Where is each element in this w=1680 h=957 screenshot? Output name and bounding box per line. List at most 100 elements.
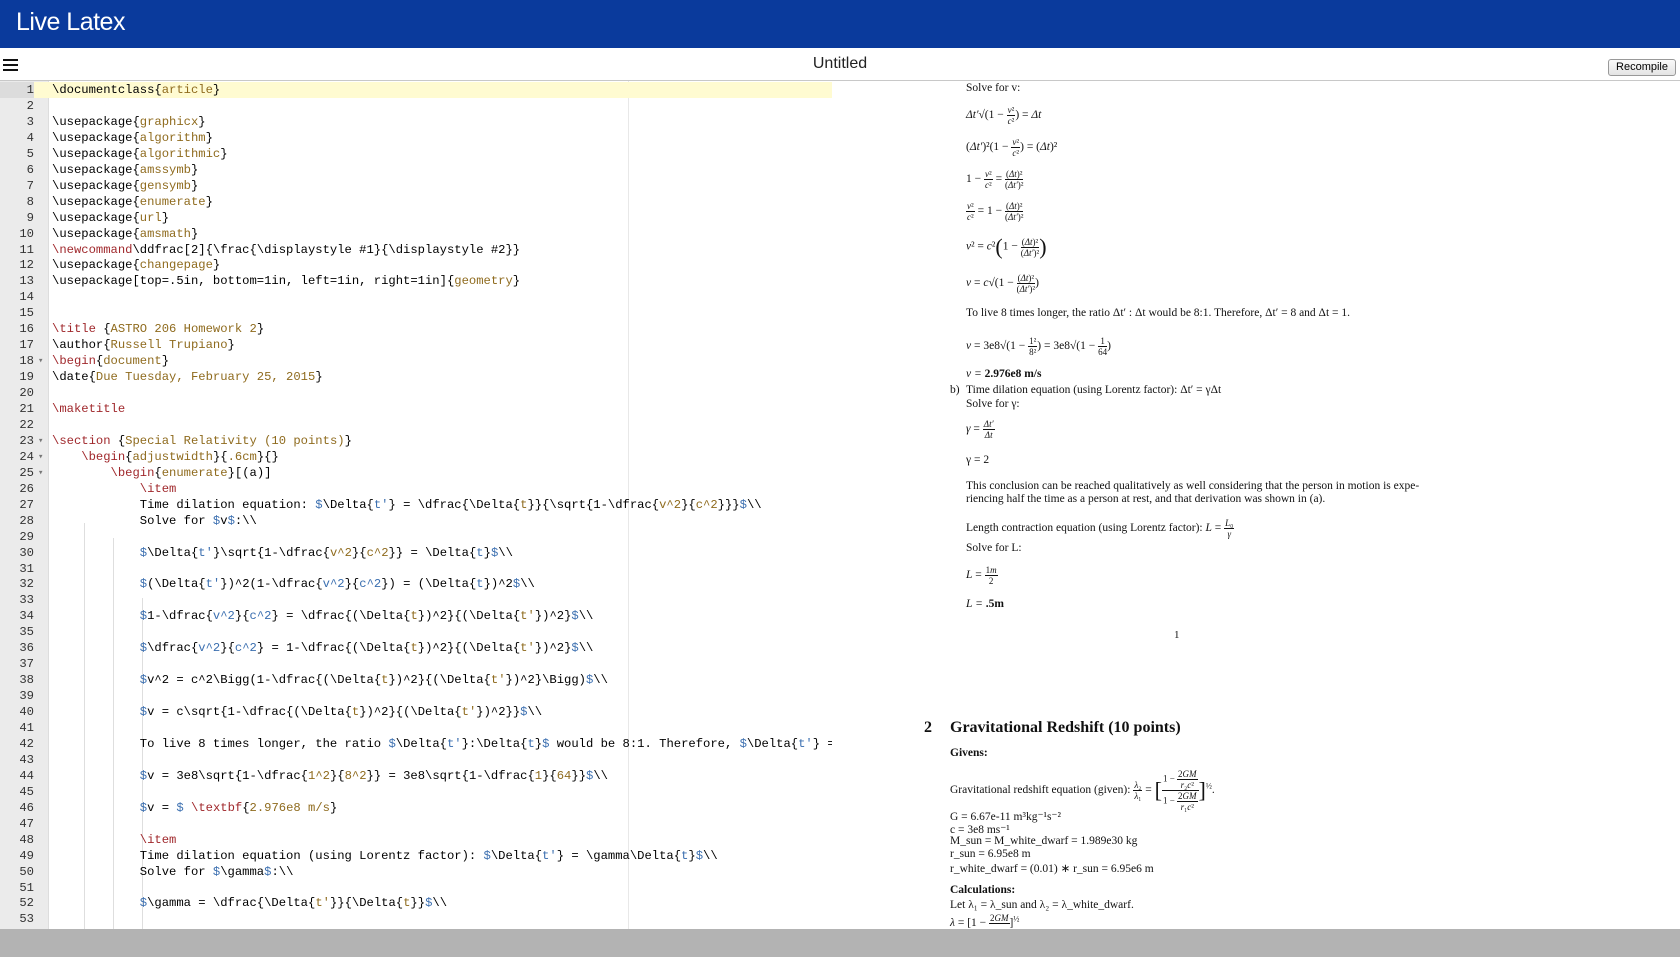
code-line[interactable]: 23 ▾ \section {Special Relativity (10 poin… bbox=[0, 433, 832, 449]
code-line[interactable]: 22 bbox=[0, 417, 832, 433]
code-line[interactable]: 48 \item bbox=[0, 832, 832, 848]
code-line[interactable]: 27 Time dilation equation: $\Delta{t'} =… bbox=[0, 497, 832, 513]
code-line[interactable]: 26 \item bbox=[0, 481, 832, 497]
preview-equation: L = 1m 2 bbox=[966, 565, 998, 586]
line-number: 22 bbox=[19, 417, 34, 432]
code-text: Time dilation equation (using Lorentz fa… bbox=[52, 848, 718, 863]
code-line[interactable]: 9 \usepackage{url} bbox=[0, 210, 832, 226]
code-text: $(\Delta{t'})^2(1-\dfrac{v^2}{c^2}) = (\… bbox=[139, 577, 535, 592]
code-line[interactable]: 2 bbox=[0, 98, 832, 114]
line-number: 41 bbox=[19, 721, 34, 735]
code-line[interactable]: 50 Solve for $\gamma$:\\ bbox=[0, 864, 832, 880]
code-line[interactable]: 3 \usepackage{graphicx} bbox=[0, 114, 832, 130]
code-line[interactable]: 10 \usepackage{amsmath} bbox=[0, 226, 832, 242]
code-text: \usepackage[top=.5in, bottom=1in, left=1… bbox=[52, 274, 521, 289]
code-line[interactable]: 39 bbox=[0, 688, 832, 704]
code-line[interactable]: 41 bbox=[0, 720, 832, 736]
code-line[interactable]: 14 bbox=[0, 289, 832, 305]
code-line[interactable]: 31 bbox=[0, 561, 832, 577]
code-line[interactable]: 38 $v^2 = c^2\Bigg(1-\dfrac{(\Delta{t})^… bbox=[0, 672, 832, 688]
code-line[interactable]: 36 $\dfrac{v^2}{c^2} = 1-\dfrac{(\Delta{… bbox=[0, 640, 832, 656]
code-line[interactable]: 29 bbox=[0, 529, 832, 545]
code-line[interactable]: 30 $\Delta{t'}\sqrt{1-\dfrac{v^2}{c^2}} … bbox=[0, 545, 832, 561]
pdf-preview[interactable]: Solve for v: Δt′√(1 − v² c²) = Δt (Δt′)²(… bbox=[832, 81, 1680, 929]
document-title[interactable]: Untitled bbox=[0, 55, 1680, 73]
line-number: 34 bbox=[19, 609, 34, 624]
code-line[interactable]: 13 \usepackage[top=.5in, bottom=1in, left… bbox=[0, 273, 832, 289]
code-line[interactable]: 35 bbox=[0, 624, 832, 640]
line-number: 18 bbox=[19, 354, 34, 369]
code-text: \usepackage{enumerate} bbox=[52, 194, 213, 209]
code-line[interactable]: 51 bbox=[0, 880, 832, 896]
givens-label: Givens: bbox=[950, 747, 988, 759]
line-number: 10 bbox=[19, 226, 34, 241]
code-text: $1-\dfrac{v^2}{c^2} = \dfrac{(\Delta{t})… bbox=[139, 609, 594, 624]
line-number: 50 bbox=[19, 864, 34, 879]
code-line[interactable]: 49 Time dilation equation (using Lorentz… bbox=[0, 848, 832, 864]
code-line[interactable]: 16 \title {ASTRO 206 Homework 2} bbox=[0, 321, 832, 337]
code-line[interactable]: 24 ▾ \begin{adjustwidth}{.6cm}{} bbox=[0, 449, 832, 465]
code-line[interactable]: 25 ▾ \begin{enumerate}[(a)] bbox=[0, 465, 832, 481]
code-line[interactable]: 21 \maketitle bbox=[0, 401, 832, 417]
preview-text: G = 6.67e-11 m³kg⁻¹s⁻² bbox=[950, 811, 1061, 823]
fold-toggle-icon[interactable]: ▾ bbox=[38, 353, 46, 369]
code-line[interactable]: 19 \date{Due Tuesday, February 25, 2015} bbox=[0, 369, 832, 385]
recompile-button[interactable]: Recompile bbox=[1608, 59, 1676, 76]
code-text: \author{Russell Trupiano} bbox=[52, 338, 235, 353]
code-line[interactable]: 33 bbox=[0, 592, 832, 608]
code-line[interactable]: 52 $\gamma = \dfrac{\Delta{t'}}{\Delta{t… bbox=[0, 895, 832, 911]
code-line[interactable]: 8 \usepackage{enumerate} bbox=[0, 194, 832, 210]
line-number: 37 bbox=[19, 657, 34, 672]
code-line[interactable]: 34 $1-\dfrac{v^2}{c^2} = \dfrac{(\Delta{… bbox=[0, 608, 832, 624]
code-line[interactable]: 1 \documentclass{article} bbox=[0, 82, 832, 98]
code-line[interactable]: 4 \usepackage{algorithm} bbox=[0, 130, 832, 146]
line-number: 36 bbox=[19, 641, 34, 656]
code-line[interactable]: 18 ▾ \begin{document} bbox=[0, 353, 832, 369]
code-line[interactable]: 46 $v = $ \textbf{2.976e8 m/s} bbox=[0, 800, 832, 816]
line-number: 46 bbox=[19, 800, 34, 815]
code-text: \usepackage{url} bbox=[52, 210, 170, 225]
line-number: 9 bbox=[26, 210, 34, 225]
code-line[interactable]: 20 bbox=[0, 385, 832, 401]
preview-text: r_white_dwarf = (0.01) ∗ r_sun = 6.95e6 … bbox=[950, 863, 1154, 875]
fold-toggle-icon[interactable]: ▾ bbox=[38, 465, 46, 481]
line-number: 53 bbox=[19, 912, 34, 927]
fold-toggle-icon[interactable]: ▾ bbox=[38, 449, 46, 465]
code-editor[interactable]: 1 \documentclass{article} 2 3 \usepackage{gr… bbox=[0, 81, 832, 929]
code-line[interactable]: 32 $(\Delta{t'})^2(1-\dfrac{v^2}{c^2}) =… bbox=[0, 576, 832, 592]
preview-equation: v² = c²(1 − (Δt)² (Δt′)²) bbox=[966, 234, 1047, 259]
code-text: $\Delta{t'}\sqrt{1-\dfrac{v^2}{c^2}} = \… bbox=[139, 545, 513, 560]
app-header: Live Latex bbox=[0, 0, 1680, 48]
code-text: \usepackage{graphicx} bbox=[52, 114, 206, 129]
code-line[interactable]: 15 bbox=[0, 305, 832, 321]
code-line[interactable]: 42 To live 8 times longer, the ratio $\D… bbox=[0, 736, 832, 752]
fold-toggle-icon[interactable]: ▾ bbox=[38, 433, 46, 449]
code-line[interactable]: 47 bbox=[0, 816, 832, 832]
code-line[interactable]: 7 \usepackage{gensymb} bbox=[0, 178, 832, 194]
preview-text: r_sun = 6.95e8 m bbox=[950, 848, 1031, 860]
code-text: \begin{enumerate}[(a)] bbox=[110, 465, 272, 480]
line-number: 43 bbox=[19, 752, 34, 767]
code-line[interactable]: 17 \author{Russell Trupiano} bbox=[0, 337, 832, 353]
code-text: \usepackage{amsmath} bbox=[52, 226, 199, 241]
line-number: 21 bbox=[19, 402, 34, 416]
line-number: 33 bbox=[19, 593, 34, 608]
code-line[interactable]: 45 bbox=[0, 784, 832, 800]
code-line[interactable]: 43 bbox=[0, 752, 832, 768]
code-line[interactable]: 5 \usepackage{algorithmic} bbox=[0, 146, 832, 162]
code-line[interactable]: 28 Solve for $v$:\\ bbox=[0, 513, 832, 529]
code-line[interactable]: 40 $v = c\sqrt{1-\dfrac{(\Delta{t})^2}{(… bbox=[0, 704, 832, 720]
code-line[interactable]: 44 $v = 3e8\sqrt{1-\dfrac{1^2}{8^2}} = 3… bbox=[0, 768, 832, 784]
preview-equation: Δt′√(1 − v² c²) = Δt bbox=[966, 105, 1042, 126]
page-number: 1 bbox=[1174, 629, 1180, 641]
code-line[interactable]: 37 bbox=[0, 656, 832, 672]
code-line[interactable]: 12 \usepackage{changepage} bbox=[0, 257, 832, 273]
code-line[interactable]: 11 \newcommand\ddfrac[2]{\frac{\displayst… bbox=[0, 242, 832, 258]
line-number: 49 bbox=[19, 848, 34, 863]
code-line[interactable]: 53 bbox=[0, 911, 832, 927]
code-line[interactable]: 6 \usepackage{amssymb} bbox=[0, 162, 832, 178]
line-number: 20 bbox=[19, 386, 34, 401]
code-text: \usepackage{changepage} bbox=[52, 258, 221, 273]
line-number: 51 bbox=[19, 880, 34, 895]
line-number: 31 bbox=[19, 561, 34, 576]
